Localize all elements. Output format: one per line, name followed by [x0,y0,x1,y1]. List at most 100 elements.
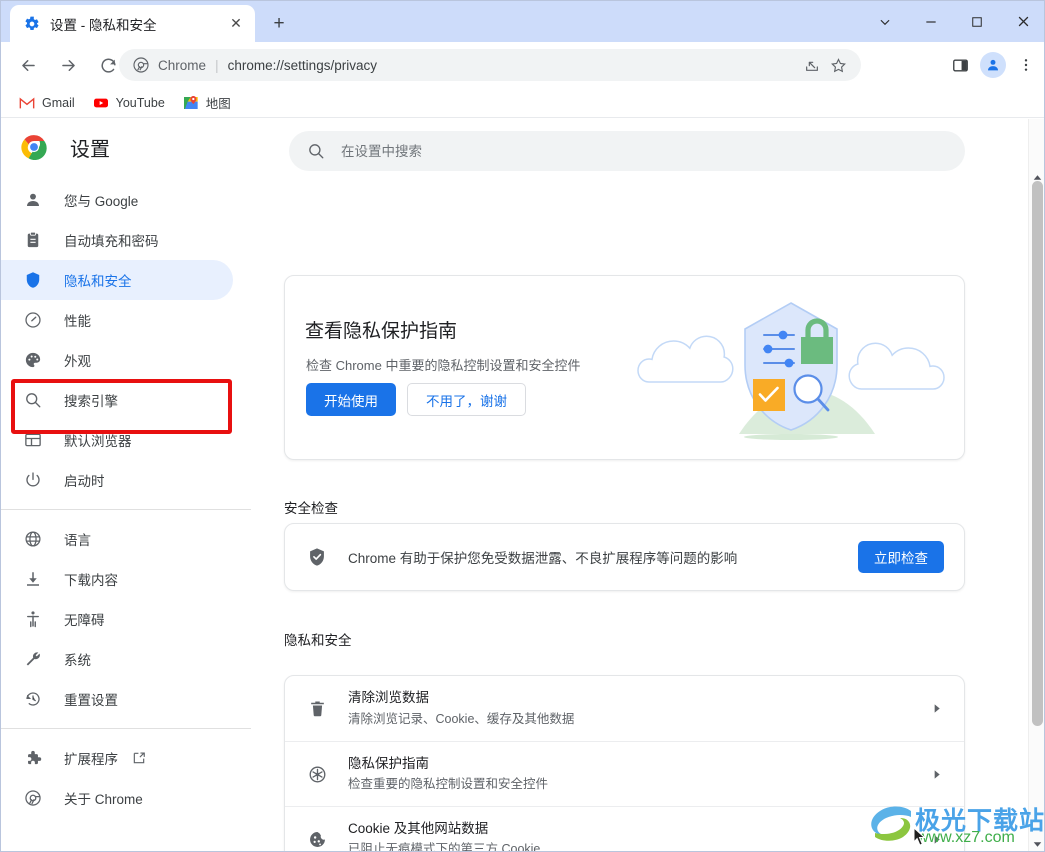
youtube-icon [93,95,109,111]
omnibox-url: chrome://settings/privacy [227,57,377,73]
privacy-guide-promo-card: 查看隐私保护指南 检查 Chrome 中重要的隐私控制设置和安全控件 开始使用 … [284,275,965,460]
side-panel-icon[interactable] [944,49,976,81]
chrome-outline-icon [23,788,43,808]
chrome-logo-icon [21,134,47,161]
sidebar-item-label: 自动填充和密码 [64,234,159,249]
bookmark-maps[interactable]: 地图 [175,91,239,115]
sidebar-item-label: 语言 [64,533,91,548]
new-tab-button[interactable]: + [263,10,295,38]
chevron-right-icon [926,699,946,719]
sidebar-item-accessibility[interactable]: 无障碍 [1,599,233,639]
sidebar-item-languages[interactable]: 语言 [1,519,233,559]
list-item[interactable]: 清除浏览数据 清除浏览记录、Cookie、缓存及其他数据 [285,676,964,741]
list-item-subtitle: 检查重要的隐私控制设置和安全控件 [348,777,549,792]
page-title: 设置 [70,138,110,161]
toolbar-right-actions [944,48,1042,82]
browser-window-icon [23,430,43,450]
list-item-texts: 清除浏览数据 清除浏览记录、Cookie、缓存及其他数据 [348,688,926,728]
no-thanks-button[interactable]: 不用了，谢谢 [407,383,526,416]
settings-content: 查看隐私保护指南 检查 Chrome 中重要的隐私控制设置和安全控件 开始使用 … [251,175,1029,851]
safety-check-row[interactable]: Chrome 有助于保护您免受数据泄露、不良扩展程序等问题的影响 立即检查 [285,524,964,590]
sidebar-item-downloads[interactable]: 下载内容 [1,559,233,599]
list-item[interactable]: Cookie 及其他网站数据 已阻止无痕模式下的第三方 Cookie [285,806,964,851]
chevron-down-icon[interactable] [862,1,908,42]
sidebar-divider [1,509,251,510]
gear-icon [24,16,40,32]
sidebar-item-label: 下载内容 [64,573,118,588]
sidebar-item-you-and-google[interactable]: 您与 Google [1,180,233,220]
window-controls [862,1,1044,42]
sidebar-item-search-engine[interactable]: 搜索引擎 [1,380,233,420]
bookmark-gmail[interactable]: Gmail [11,91,83,115]
address-bar[interactable]: Chrome | chrome://settings/privacy [119,49,861,81]
sidebar-divider [1,728,251,729]
shield-check-icon [307,547,327,567]
list-item-title: Cookie 及其他网站数据 [348,820,489,836]
get-started-button[interactable]: 开始使用 [306,383,396,416]
settings-sidebar: 您与 Google 自动填充和密码 隐私和安全 性能 外观 搜索引擎 默认浏览器… [1,175,251,851]
sidebar-item-label: 关于 Chrome [64,792,143,807]
sidebar-item-on-startup[interactable]: 启动时 [1,460,233,500]
sidebar-item-reset-settings[interactable]: 重置设置 [1,679,233,719]
back-icon[interactable] [11,48,45,82]
wrench-icon [23,649,43,669]
tab-title: 设置 - 隐私和安全 [50,17,157,33]
forward-icon[interactable] [51,48,85,82]
avatar[interactable] [980,52,1006,78]
list-item-subtitle: 清除浏览记录、Cookie、缓存及其他数据 [348,711,575,726]
puzzle-icon [23,748,43,768]
sidebar-item-about-chrome[interactable]: 关于 Chrome [1,778,233,818]
share-icon[interactable] [799,52,825,78]
safety-check-message: Chrome 有助于保护您免受数据泄露、不良扩展程序等问题的影响 [348,551,738,566]
sidebar-item-label: 外观 [64,354,91,369]
magnifier-icon [23,390,43,410]
search-input[interactable] [341,133,901,169]
privacy-section-title: 隐私和安全 [284,633,352,648]
sidebar-item-label: 您与 Google [64,194,139,209]
settings-search-box[interactable] [289,131,965,171]
page-scrollbar[interactable] [1028,119,1044,851]
maximize-icon[interactable] [954,1,1000,42]
list-item[interactable]: 隐私保护指南 检查重要的隐私控制设置和安全控件 [285,741,964,806]
omnibox-chip-label: Chrome [158,57,207,73]
person-icon [23,190,43,210]
trash-icon [307,699,327,719]
omnibox-separator: | [215,57,219,73]
privacy-guide-icon [307,764,327,784]
sidebar-item-performance[interactable]: 性能 [1,300,233,340]
search-icon [307,142,325,160]
sidebar-item-autofill-passwords[interactable]: 自动填充和密码 [1,220,233,260]
maps-icon [183,95,199,111]
browser-toolbar: Chrome | chrome://settings/privacy [1,42,1044,88]
promo-subtext: 检查 Chrome 中重要的隐私控制设置和安全控件 [306,358,581,373]
check-now-button[interactable]: 立即检查 [858,541,944,573]
download-icon [23,569,43,589]
scrollbar-thumb[interactable] [1032,181,1043,726]
speedometer-icon [23,310,43,330]
settings-page: 设置 您与 Google 自动填充和密码 [1,119,1044,851]
sidebar-item-extensions[interactable]: 扩展程序 [1,738,233,778]
three-dots-icon[interactable] [1010,49,1042,81]
privacy-settings-panel: 清除浏览数据 清除浏览记录、Cookie、缓存及其他数据 隐私保护指南 检查重要… [284,675,965,851]
minimize-icon[interactable] [908,1,954,42]
safety-check-section-title: 安全检查 [284,501,338,516]
close-icon[interactable] [1000,1,1044,42]
sidebar-item-label: 无障碍 [64,613,105,628]
shield-icon [23,270,43,290]
power-icon [23,470,43,490]
bookmark-label: Gmail [42,95,75,110]
cookie-icon [307,829,327,849]
clipboard-icon [23,230,43,250]
scroll-down-arrow[interactable] [1029,836,1044,851]
sidebar-item-appearance[interactable]: 外观 [1,340,233,380]
close-icon[interactable]: ✕ [225,13,247,35]
browser-tab[interactable]: 设置 - 隐私和安全 ✕ [10,5,255,42]
sidebar-item-label: 默认浏览器 [64,434,132,449]
sidebar-item-system[interactable]: 系统 [1,639,233,679]
sidebar-item-label: 启动时 [64,474,105,489]
star-icon[interactable] [825,52,851,78]
bookmark-youtube[interactable]: YouTube [85,91,173,115]
sidebar-item-privacy-security[interactable]: 隐私和安全 [1,260,233,300]
sidebar-item-label: 性能 [64,314,91,329]
sidebar-item-default-browser[interactable]: 默认浏览器 [1,420,233,460]
